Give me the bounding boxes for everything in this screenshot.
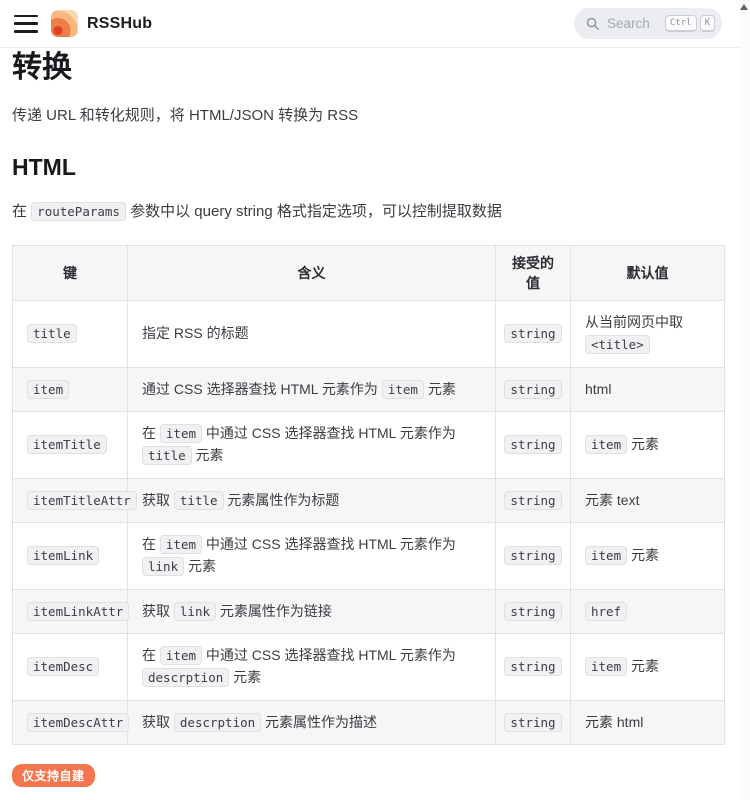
cell-meaning: 指定 RSS 的标题 xyxy=(128,301,496,367)
cell-key: itemTitleAttr xyxy=(13,478,128,523)
inline-code: <title> xyxy=(585,335,650,354)
inline-code: string xyxy=(504,713,561,732)
scrollbar-track[interactable] xyxy=(739,0,750,800)
inline-code: item xyxy=(382,380,424,399)
main-content: 转换 传递 URL 和转化规则，将 HTML/JSON 转换为 RSS HTML… xyxy=(0,49,724,745)
column-header: 默认值 xyxy=(571,245,725,301)
cell-meaning: 在 item 中通过 CSS 选择器查找 HTML 元素作为 descrptio… xyxy=(128,634,496,700)
cell-key: itemDesc xyxy=(13,634,128,700)
cell-accepts: string xyxy=(496,523,571,589)
inline-code: title xyxy=(174,491,224,510)
table-row: itemTitle 在 item 中通过 CSS 选择器查找 HTML 元素作为 … xyxy=(13,412,725,478)
inline-code: link xyxy=(142,557,184,576)
status-badge: 仅支持自建 xyxy=(12,764,95,787)
cell-accepts: string xyxy=(496,367,571,412)
cell-meaning: 获取 descrption 元素属性作为描述 xyxy=(128,700,496,745)
cell-accepts: string xyxy=(496,478,571,523)
inline-code: itemDesc xyxy=(27,657,99,676)
search-button[interactable]: Search Ctrl K xyxy=(574,8,722,39)
cell-accepts: string xyxy=(496,301,571,367)
inline-code: string xyxy=(504,491,561,510)
table-row: itemLinkAttr获取 link 元素属性作为链接 string href xyxy=(13,589,725,634)
kbd-k: K xyxy=(700,15,715,32)
inline-code: string xyxy=(504,380,561,399)
inline-code: itemTitle xyxy=(27,435,107,454)
cell-key: title xyxy=(13,301,128,367)
inline-code: item xyxy=(160,535,202,554)
scroll-up-arrow-icon[interactable] xyxy=(740,4,748,10)
kbd-ctrl: Ctrl xyxy=(665,15,697,32)
inline-code: routeParams xyxy=(31,202,126,221)
table-row: itemTitleAttr获取 title 元素属性作为标题 string 元素 t… xyxy=(13,478,725,523)
section-heading-html: HTML xyxy=(12,154,724,181)
menu-icon[interactable] xyxy=(14,14,38,34)
cell-key: itemLinkAttr xyxy=(13,589,128,634)
cell-key: item xyxy=(13,367,128,412)
inline-code: item xyxy=(160,646,202,665)
page-subtitle: 传递 URL 和转化规则，将 HTML/JSON 转换为 RSS xyxy=(12,104,724,125)
inline-code: item xyxy=(585,435,627,454)
cell-accepts: string xyxy=(496,412,571,478)
cell-default: item 元素 xyxy=(571,523,725,589)
search-placeholder: Search xyxy=(607,16,662,31)
cell-key: itemDescAttr xyxy=(13,700,128,745)
inline-code: item xyxy=(585,657,627,676)
inline-code: item xyxy=(27,380,69,399)
table-row: itemDescAttr获取 descrption 元素属性作为描述 string… xyxy=(13,700,725,745)
inline-code: title xyxy=(27,324,77,343)
column-header: 含义 xyxy=(128,245,496,301)
inline-code: descrption xyxy=(142,668,229,687)
inline-code: string xyxy=(504,324,561,343)
cell-accepts: string xyxy=(496,634,571,700)
cell-meaning: 在 item 中通过 CSS 选择器查找 HTML 元素作为 title 元素 xyxy=(128,412,496,478)
cell-meaning: 在 item 中通过 CSS 选择器查找 HTML 元素作为 link 元素 xyxy=(128,523,496,589)
cell-key: itemLink xyxy=(13,523,128,589)
inline-code: string xyxy=(504,435,561,454)
page-title: 转换 xyxy=(12,49,724,87)
inline-code: itemTitleAttr xyxy=(27,491,137,510)
cell-default: item 元素 xyxy=(571,634,725,700)
cell-key: itemTitle xyxy=(13,412,128,478)
cell-meaning: 获取 link 元素属性作为链接 xyxy=(128,589,496,634)
cell-meaning: 获取 title 元素属性作为标题 xyxy=(128,478,496,523)
cell-meaning: 通过 CSS 选择器查找 HTML 元素作为 item 元素 xyxy=(128,367,496,412)
navbar: RSSHub Search Ctrl K xyxy=(0,0,750,48)
cell-default: href xyxy=(571,589,725,634)
table-row: title 指定 RSS 的标题 string 从当前网页中取 <title> xyxy=(13,301,725,367)
inline-code: string xyxy=(504,546,561,565)
inline-code: itemDescAttr xyxy=(27,713,129,732)
params-table: 键含义接受的值默认值 title 指定 RSS 的标题 string 从当前网页中取 … xyxy=(12,245,725,746)
search-icon xyxy=(585,16,600,31)
inline-code: item xyxy=(585,546,627,565)
cell-default: 从当前网页中取 <title> xyxy=(571,301,725,367)
cell-accepts: string xyxy=(496,589,571,634)
intro-paragraph: 在 routeParams 参数中以 query string 格式指定选项，可… xyxy=(12,200,724,224)
inline-code: string xyxy=(504,602,561,621)
rsshub-logo-icon[interactable] xyxy=(51,10,78,37)
column-header: 键 xyxy=(13,245,128,301)
page: RSSHub Search Ctrl K 转换 传递 URL 和转化规则，将 H… xyxy=(0,0,750,800)
inline-code: href xyxy=(585,602,627,621)
table-row: itemLink 在 item 中通过 CSS 选择器查找 HTML 元素作为 l… xyxy=(13,523,725,589)
column-header: 接受的值 xyxy=(496,245,571,301)
inline-code: string xyxy=(504,657,561,676)
inline-code: link xyxy=(174,602,216,621)
inline-code: title xyxy=(142,446,192,465)
table-row: item通过 CSS 选择器查找 HTML 元素作为 item 元素string… xyxy=(13,367,725,412)
cell-accepts: string xyxy=(496,700,571,745)
table-header-row: 键含义接受的值默认值 xyxy=(13,245,725,301)
cell-default: 元素 text xyxy=(571,478,725,523)
table-row: itemDesc 在 item 中通过 CSS 选择器查找 HTML 元素作为 d… xyxy=(13,634,725,700)
inline-code: descrption xyxy=(174,713,261,732)
cell-default: 元素 html xyxy=(571,700,725,745)
inline-code: itemLinkAttr xyxy=(27,602,129,621)
brand-title[interactable]: RSSHub xyxy=(87,15,152,33)
cell-default: item 元素 xyxy=(571,412,725,478)
inline-code: itemLink xyxy=(27,546,99,565)
cell-default: html xyxy=(571,367,725,412)
inline-code: item xyxy=(160,424,202,443)
